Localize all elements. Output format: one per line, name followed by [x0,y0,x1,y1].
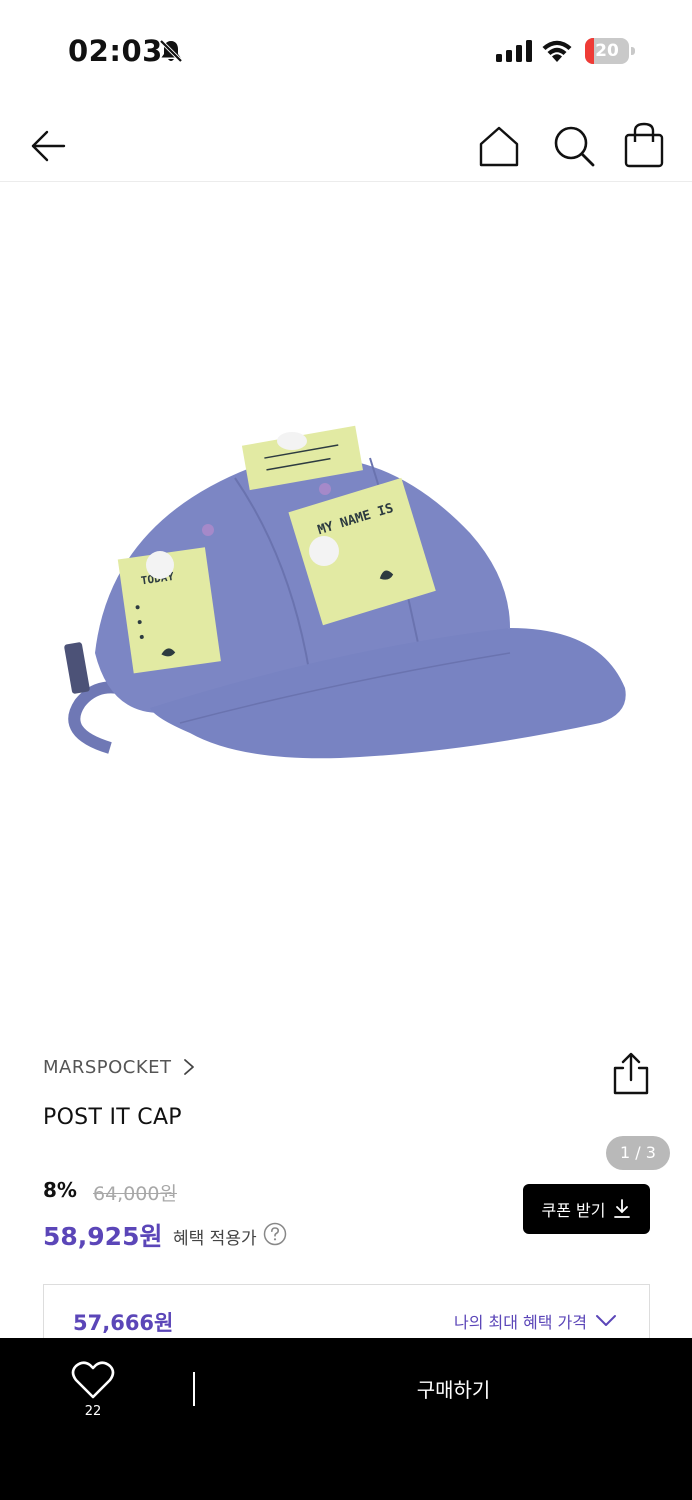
top-nav [0,110,692,182]
wifi-icon [542,40,572,62]
heart-icon [71,1361,115,1399]
bell-slash-icon [159,39,183,63]
status-bar: 02:03 20 [0,0,692,100]
home-icon[interactable] [477,124,521,168]
battery-icon: 20 [585,38,635,64]
signal-icon [496,40,532,62]
search-icon[interactable] [552,124,596,168]
bottom-action-bar: 22 구매하기 [0,1338,692,1500]
chevron-down-icon [596,1315,616,1326]
share-icon[interactable] [610,1052,652,1096]
download-icon [614,1199,631,1218]
battery-level: 20 [595,41,619,61]
benefit-price-label: 혜택 적용가 [173,1229,257,1249]
brand-link[interactable]: MARSPOCKET [43,1054,196,1080]
like-count: 22 [84,1404,102,1419]
max-benefit-price: 57,666원 [73,1311,174,1335]
buy-button[interactable]: 구매하기 [215,1358,692,1418]
status-time: 02:03 [68,34,163,68]
brand-name: MARSPOCKET [43,1056,172,1078]
product-name: POST IT CAP [43,1105,182,1130]
product-image[interactable]: MY NAME IS TODAY 1 / 3 [0,183,692,1170]
coupon-button-label: 쿠폰 받기 [541,1201,606,1220]
chevron-right-icon [183,1059,194,1075]
discount-rate: 8% [43,1178,77,1202]
cap-illustration: MY NAME IS TODAY [64,425,626,759]
max-benefit-toggle[interactable]: 나의 최대 혜택 가격 [454,1309,617,1333]
back-arrow-icon[interactable] [28,126,68,166]
image-counter: 1 / 3 [606,1136,670,1170]
sale-price: 58,925원 [43,1222,163,1251]
help-icon[interactable] [263,1222,287,1246]
divider [193,1372,195,1406]
max-benefit-label: 나의 최대 혜택 가격 [453,1313,587,1332]
coupon-download-button[interactable]: 쿠폰 받기 [523,1184,650,1234]
shopping-bag-icon[interactable] [622,122,666,168]
like-button[interactable]: 22 [62,1360,124,1422]
original-price: 64,000원 [93,1183,177,1205]
